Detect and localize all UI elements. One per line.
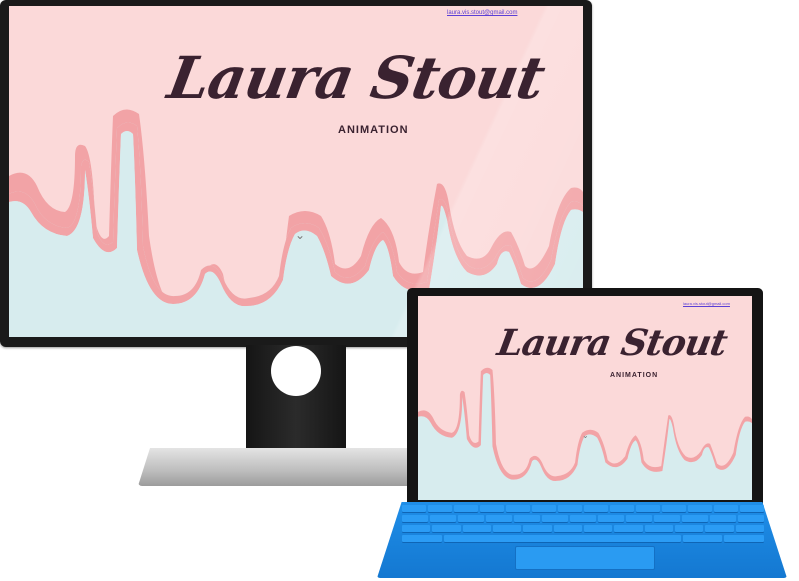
- key: [674, 525, 704, 533]
- key-row: [402, 525, 764, 533]
- key: [428, 505, 452, 513]
- key: [740, 505, 764, 513]
- key: [705, 525, 734, 533]
- key: [710, 515, 736, 523]
- key: [402, 535, 442, 543]
- key-row: [402, 535, 765, 543]
- tablet-site-subtitle: ANIMATION: [610, 372, 659, 379]
- site-subtitle: ANIMATION: [338, 124, 409, 136]
- key: [430, 515, 456, 523]
- key: [598, 515, 624, 523]
- key: [714, 505, 738, 513]
- tablet-screen: laura.vis.stout@gmail.com Laura Stout AN…: [418, 296, 752, 500]
- key: [724, 535, 765, 543]
- key: [583, 525, 613, 533]
- key: [584, 505, 608, 513]
- key: [614, 525, 643, 533]
- key: [462, 525, 491, 533]
- key: [486, 515, 512, 523]
- key: [735, 525, 764, 533]
- key: [682, 535, 723, 543]
- email-link[interactable]: laura.vis.stout@gmail.com: [447, 10, 517, 16]
- monitor-stand-base: [138, 448, 438, 486]
- tablet-site-title[interactable]: Laura Stout: [494, 322, 729, 364]
- key: [523, 525, 552, 533]
- key: [654, 515, 680, 523]
- site-title[interactable]: Laura Stout: [163, 44, 549, 112]
- key: [402, 525, 431, 533]
- key: [514, 515, 540, 523]
- key: [644, 525, 673, 533]
- key: [454, 505, 478, 513]
- key: [738, 515, 764, 523]
- key-row: [402, 505, 764, 513]
- tablet-email-link[interactable]: laura.vis.stout@gmail.com: [683, 301, 730, 306]
- key: [558, 505, 582, 513]
- monitor-stand-cutout: [271, 346, 321, 396]
- key: [458, 515, 484, 523]
- key: [626, 515, 652, 523]
- key: [553, 525, 582, 533]
- key: [492, 525, 522, 533]
- key: [402, 515, 428, 523]
- key: [402, 505, 426, 513]
- trackpad: [515, 546, 655, 570]
- key: [480, 505, 504, 513]
- key: [610, 505, 634, 513]
- key: [636, 505, 660, 513]
- tablet-chevron-down-icon[interactable]: ⌄: [582, 431, 589, 440]
- key: [688, 505, 712, 513]
- key: [506, 505, 530, 513]
- keyboard-keys: [402, 505, 765, 543]
- key: [542, 515, 568, 523]
- key: [662, 505, 686, 513]
- spacebar: [443, 535, 681, 543]
- key-row: [402, 515, 764, 523]
- chevron-down-icon[interactable]: ⌄: [295, 228, 305, 242]
- key: [682, 515, 708, 523]
- key: [570, 515, 596, 523]
- key: [532, 505, 556, 513]
- key: [432, 525, 461, 533]
